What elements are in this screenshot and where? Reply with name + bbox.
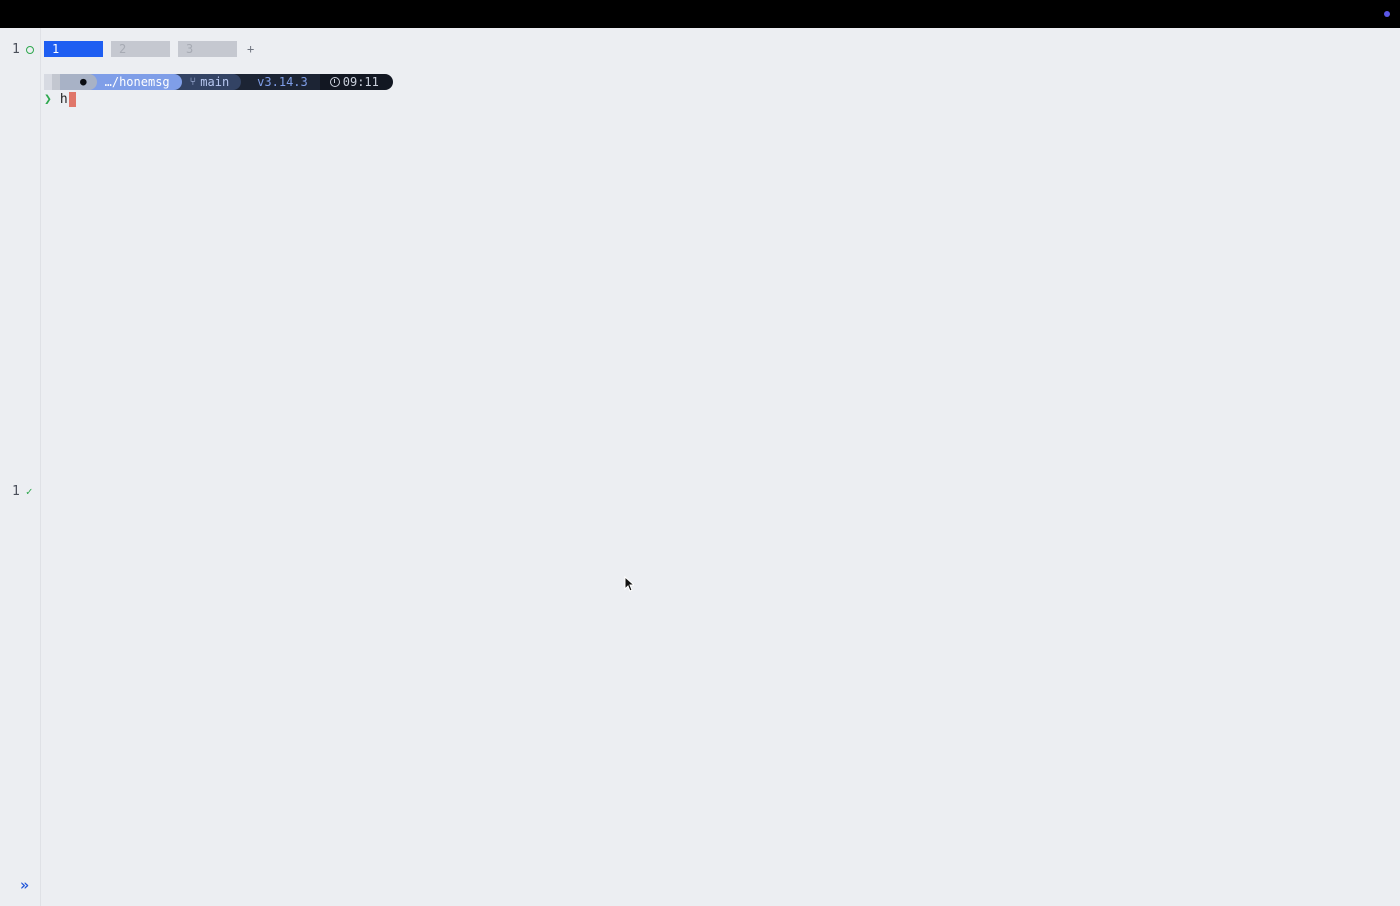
- prompt-fade: [44, 74, 52, 90]
- status-dot: [1384, 11, 1390, 17]
- gutter-row-bottom: 1 ✓: [12, 484, 32, 499]
- prompt-branch: main: [200, 75, 230, 89]
- window-topbar: [0, 0, 1400, 28]
- command-input-line[interactable]: ❯ h: [44, 91, 76, 107]
- tab-2[interactable]: 2: [111, 41, 170, 57]
- prompt-time: 09:11: [342, 75, 379, 89]
- line-number: 1: [12, 484, 20, 499]
- clock-icon: [329, 77, 340, 87]
- mouse-pointer-icon: [624, 575, 636, 596]
- prompt-fade: [52, 74, 60, 90]
- prompt-time-segment: 09:11: [319, 74, 393, 90]
- text-cursor: [68, 91, 76, 107]
- prompt-git-segment: ⑂ main: [173, 74, 242, 90]
- git-branch-icon: ⑂: [189, 75, 197, 88]
- prompt-symbol: ❯: [44, 91, 52, 107]
- expand-icon[interactable]: »: [20, 876, 29, 894]
- gutter: 1 1 ✓ »: [0, 28, 41, 906]
- check-icon: ✓: [25, 485, 33, 498]
- tab-3[interactable]: 3: [178, 41, 237, 57]
- line-number: 1: [12, 42, 20, 57]
- tab-bar: 1 2 3 +: [44, 41, 254, 57]
- shell-prompt: ● …/honemsg ⑂ main v3.14.3 09:11: [44, 74, 393, 90]
- prompt-path-segment: …/honemsg: [88, 74, 182, 90]
- apple-icon: ●: [80, 75, 87, 88]
- command-text[interactable]: h: [60, 92, 68, 107]
- circle-icon: [25, 45, 34, 54]
- prompt-path: …/honemsg: [104, 75, 170, 89]
- prompt-version: v3.14.3: [257, 75, 308, 89]
- prompt-version-segment: v3.14.3: [233, 74, 320, 90]
- add-tab-button[interactable]: +: [247, 42, 254, 56]
- prompt-os-segment: ●: [60, 74, 97, 90]
- gutter-row-top: 1: [12, 42, 34, 57]
- tab-1[interactable]: 1: [44, 41, 103, 57]
